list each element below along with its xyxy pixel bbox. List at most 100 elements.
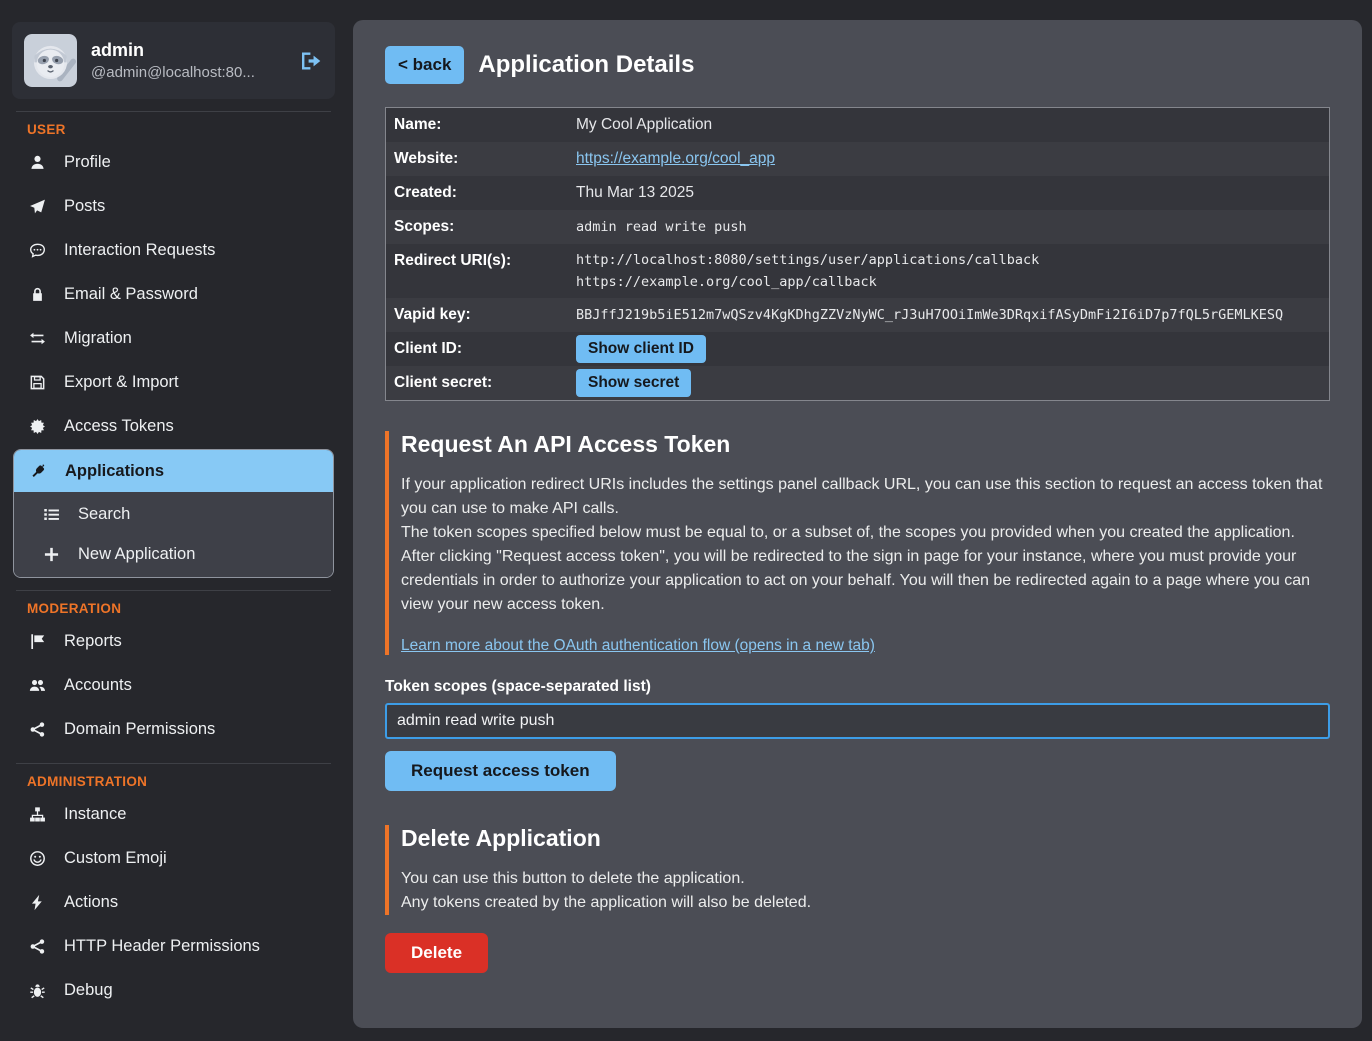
sidebar-item-label: Custom Emoji bbox=[64, 847, 167, 869]
redirect-uri-value: https://example.org/cool_app/callback bbox=[576, 271, 1039, 293]
sidebar-item-label: Search bbox=[78, 503, 130, 525]
users-icon bbox=[27, 677, 47, 694]
sidebar-item-label: Migration bbox=[64, 327, 132, 349]
sidebar-item-domain-permissions[interactable]: Domain Permissions bbox=[12, 707, 335, 751]
website-link[interactable]: https://example.org/cool_app bbox=[576, 150, 775, 167]
sidebar-item-label: Interaction Requests bbox=[64, 239, 215, 261]
token-scopes-label: Token scopes (space-separated list) bbox=[385, 678, 1330, 696]
face-smile-icon bbox=[27, 850, 47, 867]
delete-application-title: Delete Application bbox=[401, 825, 1330, 852]
user-icon bbox=[27, 154, 47, 171]
sidebar-item-label: Profile bbox=[64, 151, 111, 173]
floppy-disk-icon bbox=[27, 374, 47, 391]
sign-out-icon[interactable] bbox=[299, 49, 323, 73]
sidebar-item-interaction-requests[interactable]: Interaction Requests bbox=[12, 228, 335, 272]
table-row-value: Thu Mar 13 2025 bbox=[576, 184, 694, 201]
sitemap-icon bbox=[27, 806, 47, 823]
sidebar-item-http-header-permissions[interactable]: HTTP Header Permissions bbox=[12, 924, 335, 968]
sidebar-item-profile[interactable]: Profile bbox=[12, 140, 335, 184]
sidebar-item-posts[interactable]: Posts bbox=[12, 184, 335, 228]
section-header-administration: ADMINISTRATION bbox=[27, 774, 335, 789]
sidebar-item-label: Instance bbox=[64, 803, 126, 825]
application-details-table: Name:My Cool ApplicationWebsite:https://… bbox=[385, 107, 1330, 401]
sidebar-item-label: Posts bbox=[64, 195, 105, 217]
user-handle: @admin@localhost:80... bbox=[91, 62, 255, 83]
table-row-vapid-key: Vapid key:BBJffJ219b5iE512m7wQSzv4KgKDhg… bbox=[386, 298, 1329, 332]
table-row-label: Scopes: bbox=[394, 218, 576, 236]
share-nodes-icon bbox=[27, 721, 47, 738]
sidebar-item-debug[interactable]: Debug bbox=[12, 968, 335, 1012]
settings-app: admin @admin@localhost:80... USER Profile… bbox=[0, 0, 1372, 1041]
certificate-icon bbox=[27, 418, 47, 435]
table-row-value: http://localhost:8080/settings/user/appl… bbox=[576, 249, 1039, 293]
table-row-redirect-uri-s: Redirect URI(s):http://localhost:8080/se… bbox=[386, 244, 1329, 298]
lock-icon bbox=[27, 286, 47, 303]
table-row-label: Redirect URI(s): bbox=[394, 249, 576, 270]
delete-button[interactable]: Delete bbox=[385, 933, 488, 973]
sidebar-divider bbox=[16, 763, 331, 764]
applications-submenu: Search New Application bbox=[14, 492, 333, 577]
sidebar-item-search[interactable]: Search bbox=[14, 494, 333, 534]
sidebar-item-export-import[interactable]: Export & Import bbox=[12, 360, 335, 404]
sidebar-item-new-application[interactable]: New Application bbox=[14, 534, 333, 574]
plug-icon bbox=[28, 463, 48, 480]
request-token-paragraph: If your application redirect URIs includ… bbox=[401, 473, 1330, 521]
delete-application-line: Any tokens created by the application wi… bbox=[401, 891, 1330, 915]
token-scopes-input[interactable] bbox=[385, 703, 1330, 739]
sidebar-item-label: Domain Permissions bbox=[64, 718, 215, 740]
request-token-intro: Request An API Access Token If your appl… bbox=[385, 431, 1330, 655]
page-title: Application Details bbox=[478, 51, 694, 79]
sidebar-item-instance[interactable]: Instance bbox=[12, 792, 335, 836]
section-header-user: USER bbox=[27, 122, 335, 137]
table-row-client-id: Client ID:Show client ID bbox=[386, 332, 1329, 366]
user-meta: admin @admin@localhost:80... bbox=[91, 38, 255, 83]
oauth-docs-link[interactable]: Learn more about the OAuth authenticatio… bbox=[401, 637, 875, 655]
sidebar-item-accounts[interactable]: Accounts bbox=[12, 663, 335, 707]
request-access-token-button[interactable]: Request access token bbox=[385, 751, 616, 791]
table-row-value: BBJffJ219b5iE512m7wQSzv4KgKDhgZZVzNyWC_r… bbox=[576, 307, 1283, 323]
delete-application-line: You can use this button to delete the ap… bbox=[401, 867, 1330, 891]
table-row-value: Show secret bbox=[576, 369, 691, 397]
request-token-paragraph: The token scopes specified below must be… bbox=[401, 521, 1330, 545]
sidebar-item-label: Reports bbox=[64, 630, 122, 652]
arrows-left-right-icon bbox=[27, 330, 47, 347]
delete-application-section: Delete Application You can use this butt… bbox=[385, 825, 1330, 973]
table-row-label: Website: bbox=[394, 150, 576, 168]
main-panel: < back Application Details Name:My Cool … bbox=[353, 20, 1362, 1028]
show-client-id-button[interactable]: Show client ID bbox=[576, 335, 706, 363]
request-token-paragraph: After clicking "Request access token", y… bbox=[401, 545, 1330, 617]
sidebar-item-label: Debug bbox=[64, 979, 113, 1001]
sidebar-item-reports[interactable]: Reports bbox=[12, 619, 335, 663]
sidebar-item-actions[interactable]: Actions bbox=[12, 880, 335, 924]
table-row-label: Client secret: bbox=[394, 374, 576, 392]
table-row-label: Created: bbox=[394, 184, 576, 202]
delete-application-intro: Delete Application You can use this butt… bbox=[385, 825, 1330, 915]
sidebar-item-applications[interactable]: Applications bbox=[14, 450, 333, 492]
back-button[interactable]: < back bbox=[385, 46, 464, 84]
sidebar-divider bbox=[16, 590, 331, 591]
sidebar-item-label: Accounts bbox=[64, 674, 132, 696]
table-row-client-secret: Client secret:Show secret bbox=[386, 366, 1329, 400]
table-row-label: Client ID: bbox=[394, 340, 576, 358]
share-nodes-icon bbox=[27, 938, 47, 955]
avatar bbox=[24, 34, 77, 87]
table-row-name: Name:My Cool Application bbox=[386, 108, 1329, 142]
username: admin bbox=[91, 38, 255, 62]
table-row-website: Website:https://example.org/cool_app bbox=[386, 142, 1329, 176]
request-token-section: Request An API Access Token If your appl… bbox=[385, 431, 1330, 791]
show-secret-button[interactable]: Show secret bbox=[576, 369, 691, 397]
sidebar-item-label: Actions bbox=[64, 891, 118, 913]
plus-icon bbox=[41, 546, 61, 563]
sidebar-item-label: Applications bbox=[65, 460, 164, 482]
sidebar-item-migration[interactable]: Migration bbox=[12, 316, 335, 360]
user-card[interactable]: admin @admin@localhost:80... bbox=[12, 22, 335, 99]
list-icon bbox=[41, 506, 61, 523]
sidebar-divider bbox=[16, 111, 331, 112]
sidebar-item-custom-emoji[interactable]: Custom Emoji bbox=[12, 836, 335, 880]
sidebar-item-access-tokens[interactable]: Access Tokens bbox=[12, 404, 335, 448]
bolt-icon bbox=[27, 894, 47, 911]
sidebar-item-email-password[interactable]: Email & Password bbox=[12, 272, 335, 316]
applications-group: Applications Search New Application bbox=[13, 449, 334, 578]
sidebar: admin @admin@localhost:80... USER Profile… bbox=[0, 0, 353, 1041]
bug-icon bbox=[27, 982, 47, 999]
